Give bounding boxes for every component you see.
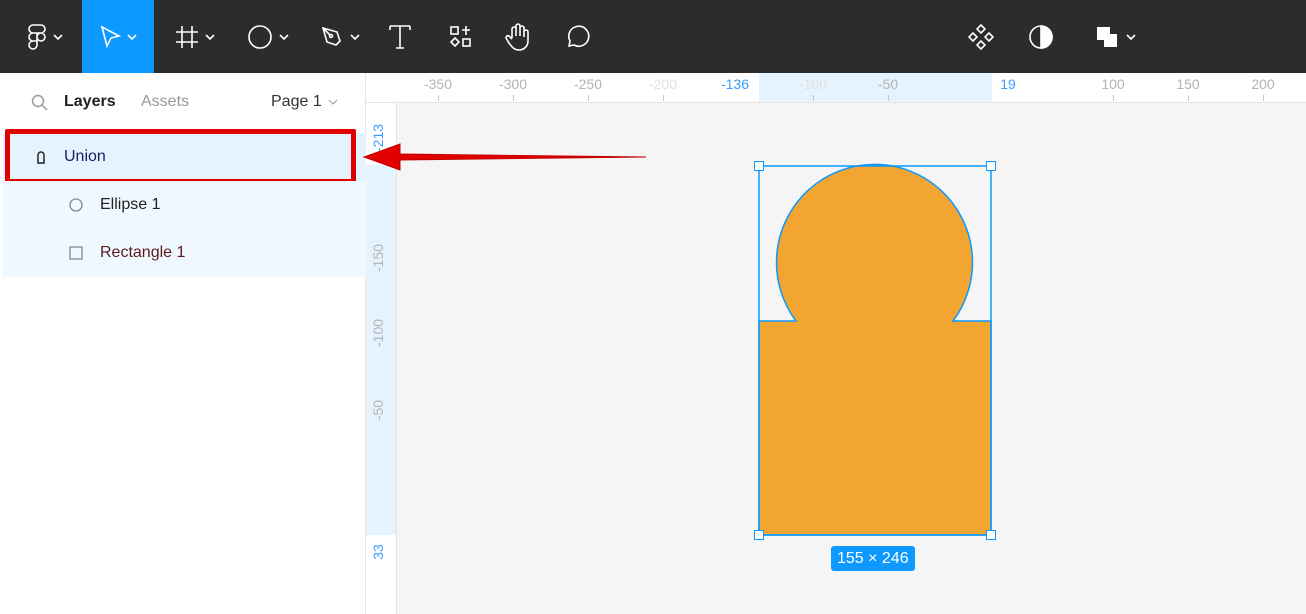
ruler-label: -50 [370, 399, 386, 421]
resize-handle[interactable] [754, 161, 764, 171]
page-selector[interactable]: Page 1 [271, 93, 338, 111]
ruler-label: 150 [1176, 76, 1200, 92]
resize-handle[interactable] [986, 161, 996, 171]
ruler-selection-range [759, 73, 992, 102]
ruler-label: -100 [370, 318, 386, 347]
comment-tool-button[interactable] [558, 0, 598, 73]
ruler-tick [813, 95, 814, 101]
cursor-icon [100, 24, 121, 48]
contrast-icon [1029, 24, 1053, 49]
ruler-label: 200 [1251, 76, 1275, 92]
ruler-label: -300 [498, 76, 528, 92]
resources-button[interactable] [441, 0, 481, 73]
components-button[interactable] [961, 0, 1001, 73]
ellipse-icon [69, 198, 83, 212]
page-name: Page 1 [271, 93, 322, 110]
tab-assets[interactable]: Assets [141, 93, 189, 111]
ruler-label: -100 [798, 76, 828, 92]
chevron-down-icon [53, 33, 63, 40]
pen-icon [321, 26, 341, 46]
layer-label: Rectangle 1 [100, 244, 186, 261]
search-icon[interactable] [31, 94, 49, 112]
component-icon [967, 23, 995, 50]
mask-button[interactable] [1021, 0, 1061, 73]
chevron-down-icon [278, 33, 289, 40]
ruler-label: -136 [720, 76, 750, 92]
text-tool-button[interactable] [380, 0, 420, 73]
ruler-tick [438, 95, 439, 101]
ruler-tick [588, 95, 589, 101]
pen-tool-button[interactable] [312, 0, 367, 73]
ruler-label: 33 [370, 544, 386, 560]
text-icon [389, 24, 411, 49]
resize-handle[interactable] [754, 530, 764, 540]
union-shape[interactable] [740, 150, 1010, 550]
chevron-down-icon [205, 33, 215, 40]
vertical-ruler [366, 103, 397, 614]
highlight-box [5, 129, 356, 184]
arrow-annotation [362, 143, 647, 171]
layer-label: Ellipse 1 [100, 196, 161, 213]
figma-logo-icon [28, 23, 46, 50]
ruler-tick [1263, 95, 1264, 101]
ruler-label: -50 [877, 76, 899, 92]
ruler-tick [888, 95, 889, 101]
ruler-tick [1188, 95, 1189, 101]
main-menu-button[interactable] [10, 0, 80, 73]
boolean-union-icon [1097, 26, 1117, 47]
comment-icon [567, 24, 590, 47]
ruler-label: 100 [1101, 76, 1125, 92]
ruler-label: -150 [370, 243, 386, 272]
hand-tool-button[interactable] [498, 0, 538, 73]
ruler-label: 19 [1000, 76, 1016, 92]
resize-handle[interactable] [986, 530, 996, 540]
ruler-tick [663, 95, 664, 101]
resources-icon [449, 25, 471, 47]
boolean-button[interactable] [1085, 0, 1145, 73]
rectangle-icon [69, 246, 83, 260]
ruler-label: 0 [370, 481, 386, 489]
ruler-tick [1113, 95, 1114, 101]
ellipse-icon [247, 24, 272, 49]
chevron-down-icon [127, 33, 137, 40]
size-badge: 155 × 246 [831, 546, 915, 571]
chevron-down-icon [328, 99, 338, 105]
hand-icon [505, 22, 529, 51]
toolbar [0, 0, 1306, 73]
frame-icon [176, 25, 198, 48]
move-tool-button[interactable] [82, 0, 154, 73]
chevron-down-icon [1126, 33, 1136, 40]
layer-item-rectangle[interactable]: Rectangle 1 [3, 229, 366, 277]
shape-tool-button[interactable] [240, 0, 295, 73]
tab-layers[interactable]: Layers [64, 93, 116, 111]
chevron-down-icon [349, 33, 360, 40]
ruler-label: -250 [573, 76, 603, 92]
ruler-label: -350 [423, 76, 453, 92]
layer-item-ellipse[interactable]: Ellipse 1 [3, 181, 366, 229]
ruler-label: -200 [648, 76, 678, 92]
frame-tool-button[interactable] [165, 0, 225, 73]
ruler-tick [513, 95, 514, 101]
